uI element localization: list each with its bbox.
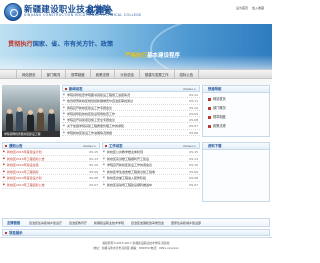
quick-nav-item[interactable]: 部门概况 [208,104,269,113]
friendly-link[interactable]: 新疆建设职业技术学院 [94,221,124,225]
work-item[interactable]: 新校区食堂工程进入装修阶段05-08 [102,175,200,182]
quick-nav-list: 网站首页 部门概况 规章制度 政策法规 [203,93,269,131]
college-logo-icon[interactable] [4,3,22,21]
work-item[interactable]: 新校区公共教学楼主体封顶05-15 [102,149,200,156]
showcase-title-text: 项目展示 [9,231,23,235]
footer-address: 地址：新疆乌鲁木齐市高新区 邮编：830054 电话：0991-xxxxxxx [93,245,179,250]
work-panel: 工作动态 more>> 新校区公共教学楼主体封顶05-15 新校区实训楼工程顺利… [102,142,200,189]
footer: 版权所有©2013-2017 新疆建设职业技术学院 基建处 地址：新疆乌鲁木齐市… [0,237,272,263]
banner: 贯彻执行国家、省、市有关方针、政策 严格执行基本建设程序 [0,24,272,69]
friendly-link[interactable]: 自治区住房和城乡建设厅 [29,221,62,225]
downloads-title: 资料下载 [203,143,269,150]
news-item[interactable]: 学院新校区建设工作进展情况通报05-06 [62,130,200,137]
news-photo[interactable] [2,85,60,131]
notice-item[interactable]: 新校区2014年工程招标05-09 [2,169,100,176]
notice-item[interactable]: 新校区2013年工程招标公告05-07 [2,182,100,189]
news-panel-header: 新闻动态 more>> [62,85,200,92]
friendly-link[interactable]: 自治区教育厅 [69,221,87,225]
department-name: 基建处 [86,7,114,17]
notices-panel: 通知公告 more>> 新校区2015年度建设计划05-15 新校区2015年工… [2,142,100,189]
friendly-links: 友情链接 自治区住房和城乡建设厅 自治区教育厅 新疆建设职业技术学院 自治区发展… [2,218,270,227]
work-title: 工作动态 [109,144,123,148]
work-panel-header: 工作动态 more>> [102,142,200,149]
notices-title: 通知公告 [9,144,23,148]
showcase-title: 项目展示 [2,229,270,236]
quick-nav-item[interactable]: 政策法规 [208,122,269,131]
photo-person [6,109,13,131]
page: 新疆建设职业技术学院 XINJIANG CONSTRUCTION VOCATIO… [0,0,272,263]
notices-list: 新校区2015年度建设计划05-15 新校区2015年工程招标公告05-13 新… [2,149,100,189]
quick-nav-item[interactable]: 网站首页 [208,95,269,104]
banner-slogan-2: 严格执行基本建设程序 [125,51,180,59]
notice-item[interactable]: 新校区2015年度建设计划05-15 [2,149,100,156]
slogan-1-highlight: 贯彻执行 [8,41,33,48]
main-content: 学院领导检查图书馆建设工程 新闻动态 more>> 学院领导检查学院图书馆建设工… [0,85,272,235]
news-photo-box: 学院领导检查图书馆建设工程 [2,85,60,137]
main-nav: 网站首页 部门概况 规章制度 政策法规 计划总结 基建与发展工作 招标公告 [0,69,272,80]
friendly-links-items: 自治区住房和城乡建设厅 自治区教育厅 新疆建设职业技术学院 自治区发展和改革委员… [29,219,207,228]
notice-item[interactable]: 新校区2015年工程招标公告05-13 [2,156,100,163]
photo-person [37,108,44,131]
news-panel: 新闻动态 more>> 学院领导检查学院图书馆建设工程施工进度情况05-12 热… [62,85,200,137]
downloads-panel: 资料下载 [202,142,270,202]
photo-person [27,110,34,131]
banner-slogan-1: 贯彻执行国家、省、市有关方针、政策 [8,39,113,48]
showcase-panel: 项目展示 [2,229,270,236]
add-favorite-link[interactable]: 加入收藏 [252,6,264,10]
news-title: 新闻动态 [69,87,83,91]
site-english-name: XINJIANG CONSTRUCTION VOCATIONAL TECHNIC… [24,13,142,17]
quick-nav-title: 快速导航 [203,86,269,93]
slogan-2-highlight: 严格执行 [125,53,148,59]
notice-item[interactable]: 新校区2014年建设总结05-10 [2,162,100,169]
header: 新疆建设职业技术学院 XINJIANG CONSTRUCTION VOCATIO… [0,0,272,24]
photo-person [48,109,55,131]
work-item[interactable]: 学院召开新校区建设工作协调会议05-10 [102,162,200,169]
set-homepage-link[interactable]: 设为首页 [236,6,248,10]
work-list: 新校区公共教学楼主体封顶05-15 新校区实训楼工程顺利开工建设05-13 学院… [102,149,200,189]
friendly-link[interactable]: 国家住房和城乡建设部 [171,221,201,225]
friendly-links-label: 友情链接 [7,221,21,225]
notice-item[interactable]: 新校区2013年度建设计划05-08 [2,175,100,182]
slogan-2-text: 基本建设程序 [147,53,181,59]
photo-person [16,107,23,131]
slogan-1-text: 国家、省、市有关方针、政策 [32,41,114,48]
friendly-link[interactable]: 自治区发展和改革委员会 [131,221,164,225]
photo-caption[interactable]: 学院领导检查图书馆建设工程 [2,131,60,137]
quick-nav-item[interactable]: 规章制度 [208,113,269,122]
notices-panel-header: 通知公告 more>> [2,142,100,149]
top-links: 设为首页 加入收藏 [233,6,264,10]
work-item[interactable]: 新校区实训楼工程顺利开工建设05-13 [102,156,200,163]
quick-nav-panel: 快速导航 网站首页 部门概况 规章制度 政策法规 [202,85,270,137]
news-list: 学院领导检查学院图书馆建设工程施工进度情况05-12 热烈祝贺新校区规划经新疆维… [62,92,200,137]
work-item[interactable]: 新校区运动场工程建设顺利推进中05-07 [102,182,200,189]
work-item[interactable]: 新校区学生宿舍楼工程通过竣工验收05-09 [102,169,200,176]
